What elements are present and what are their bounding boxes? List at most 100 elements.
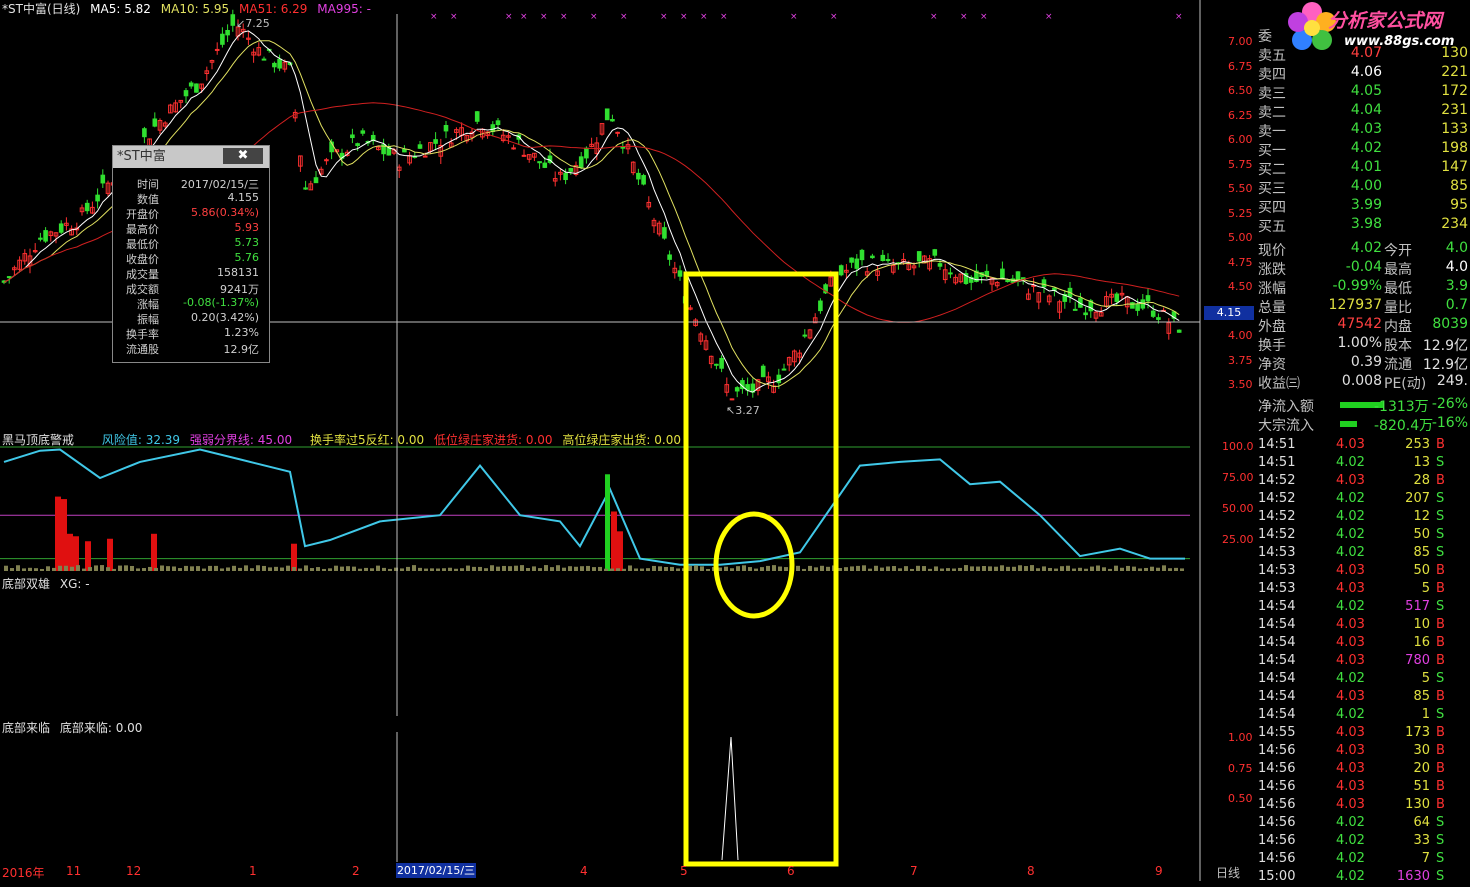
- popup-titlebar[interactable]: *ST中富 ✖: [113, 146, 269, 168]
- volume-bar: [400, 568, 404, 571]
- ma51-label: MA51: 6.29: [239, 2, 308, 16]
- close-button[interactable]: ✖: [223, 148, 263, 164]
- signal-marker: ×: [700, 12, 708, 22]
- candle-body: [880, 254, 886, 261]
- tick-side: S: [1436, 869, 1445, 884]
- tick-row[interactable]: 14:56 4.02 33 S: [1256, 833, 1470, 851]
- tick-side: S: [1436, 707, 1445, 722]
- bottom-signal-spike: [721, 736, 739, 861]
- tick-row[interactable]: 14:56 4.03 20 B: [1256, 761, 1470, 779]
- volume-bar: [232, 565, 236, 571]
- tick-price: 4.02: [1336, 545, 1365, 560]
- price-tick-label: 6.25: [1228, 108, 1253, 122]
- tick-row[interactable]: 14:56 4.02 7 S: [1256, 851, 1470, 869]
- candle-body: [1145, 295, 1151, 302]
- quote-row: 涨幅 -0.99% 最低 3.9: [1256, 278, 1470, 297]
- tick-row[interactable]: 15:00 4.02 1630 S: [1256, 869, 1470, 887]
- candle-body: [433, 139, 438, 144]
- date-tick-label: 7: [910, 864, 918, 878]
- volume-bar: [982, 566, 986, 571]
- tick-row[interactable]: 14:54 4.03 85 B: [1256, 689, 1470, 707]
- candle-body: [1156, 317, 1161, 320]
- candle-body: [760, 365, 766, 378]
- quote-value-2: 12.9亿: [1422, 357, 1468, 373]
- tick-price: 4.03: [1336, 743, 1365, 758]
- popup-row-value: 5.93: [234, 221, 260, 234]
- tick-row[interactable]: 14:51 4.03 253 B: [1256, 437, 1470, 455]
- tick-row[interactable]: 14:53 4.03 5 B: [1256, 581, 1470, 599]
- tick-volume: 1630: [1396, 869, 1430, 884]
- tick-price: 4.03: [1336, 563, 1365, 578]
- order-volume: 221: [1441, 64, 1468, 80]
- tick-row[interactable]: 14:56 4.03 51 B: [1256, 779, 1470, 797]
- volume-bar: [928, 568, 932, 571]
- volume-bar: [412, 565, 416, 571]
- volume-bar: [460, 568, 464, 571]
- signal-marker: ×: [505, 12, 513, 22]
- tick-row[interactable]: 14:51 4.02 13 S: [1256, 455, 1470, 473]
- risk-value-line: [3, 448, 1185, 566]
- volume-bar: [562, 567, 566, 571]
- bar-info-popup[interactable]: *ST中富 ✖ 时间 2017/02/15/三 数值 4.155 开盘价 5.86(0.3…: [112, 145, 270, 363]
- tick-row[interactable]: 14:53 4.03 50 B: [1256, 563, 1470, 581]
- volume-bar: [76, 565, 80, 571]
- candle-body: [776, 374, 782, 384]
- indicator3-tick-label: 0.50: [1228, 792, 1253, 805]
- popup-row: 流通股 12.9亿: [117, 341, 263, 356]
- tick-row[interactable]: 14:55 4.03 173 B: [1256, 725, 1470, 743]
- tick-time: 14:52: [1258, 527, 1296, 542]
- candle-body: [225, 30, 230, 36]
- signal-marker: ×: [680, 12, 688, 22]
- volume-bar: [766, 565, 770, 571]
- volume-bar: [778, 566, 782, 571]
- popup-row-key: 成交额: [126, 283, 159, 296]
- tick-volume: 5: [1421, 671, 1430, 686]
- tick-row[interactable]: 14:52 4.03 28 B: [1256, 473, 1470, 491]
- signal-marker: ×: [660, 12, 668, 22]
- tick-side: S: [1436, 545, 1445, 560]
- volume-bar: [754, 568, 758, 571]
- tick-price: 4.03: [1336, 473, 1365, 488]
- volume-bar: [70, 566, 74, 571]
- candle-body: [854, 258, 860, 269]
- tick-row[interactable]: 14:54 4.02 1 S: [1256, 707, 1470, 725]
- tick-row[interactable]: 14:56 4.02 64 S: [1256, 815, 1470, 833]
- tick-row[interactable]: 14:53 4.02 85 S: [1256, 545, 1470, 563]
- volume-bar: [850, 566, 854, 571]
- tick-row[interactable]: 14:54 4.03 780 B: [1256, 653, 1470, 671]
- quote-label-2: PE(动): [1384, 376, 1427, 392]
- volume-bar: [694, 565, 698, 571]
- candle-body: [474, 111, 480, 122]
- tick-row[interactable]: 14:54 4.03 16 B: [1256, 635, 1470, 653]
- tick-volume: 50: [1413, 563, 1430, 578]
- volume-bar: [1024, 566, 1028, 571]
- tick-row[interactable]: 14:54 4.02 517 S: [1256, 599, 1470, 617]
- volume-bar: [430, 568, 434, 571]
- candle-body: [43, 230, 48, 242]
- fund-flow-row: 大宗流入 -820.4万 -16%: [1256, 415, 1470, 434]
- popup-row: 时间 2017/02/15/三: [117, 176, 263, 191]
- period-label[interactable]: 日线: [1216, 864, 1240, 881]
- volume-bar: [1168, 568, 1172, 571]
- signal-bar: [151, 533, 157, 571]
- signal-marker: ×: [720, 12, 728, 22]
- candle-body: [714, 363, 719, 366]
- tick-row[interactable]: 14:52 4.02 12 S: [1256, 509, 1470, 527]
- volume-bar: [184, 565, 188, 571]
- tick-row[interactable]: 14:54 4.02 5 S: [1256, 671, 1470, 689]
- date-tick-label: 6: [787, 864, 795, 878]
- volume-bar: [298, 568, 302, 571]
- popup-row-value: 12.9亿: [223, 343, 260, 356]
- tick-row[interactable]: 14:52 4.02 50 S: [1256, 527, 1470, 545]
- tick-row[interactable]: 14:56 4.03 130 B: [1256, 797, 1470, 815]
- order-book-row: 买五 3.98 234: [1256, 216, 1470, 235]
- candle-body: [542, 162, 548, 168]
- tick-row[interactable]: 14:54 4.03 10 B: [1256, 617, 1470, 635]
- tick-row[interactable]: 14:56 4.03 30 B: [1256, 743, 1470, 761]
- volume-bar: [1048, 567, 1052, 571]
- volume-bar: [490, 565, 494, 571]
- order-price: 4.01: [1350, 159, 1382, 175]
- tick-volume: 85: [1413, 545, 1430, 560]
- tick-row[interactable]: 14:52 4.02 207 S: [1256, 491, 1470, 509]
- order-price: 4.03: [1350, 121, 1382, 137]
